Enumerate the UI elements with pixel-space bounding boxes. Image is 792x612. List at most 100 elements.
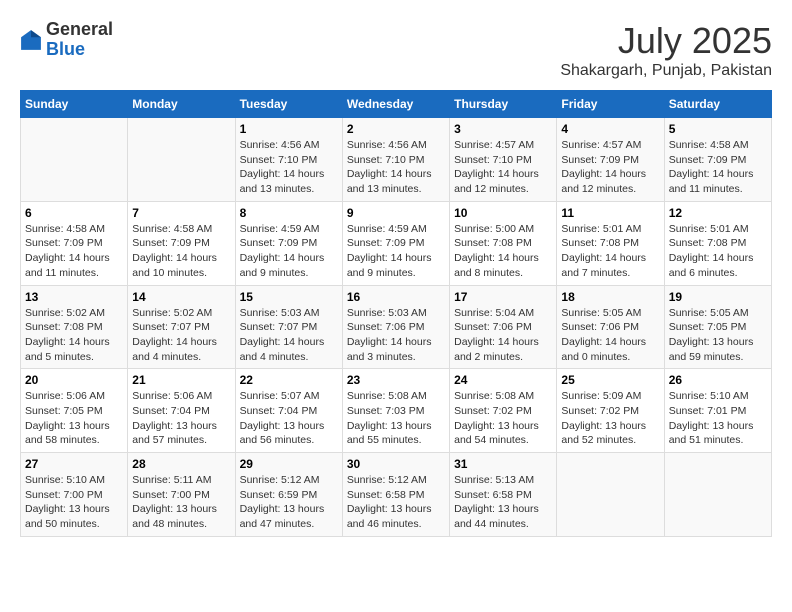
day-number: 11 bbox=[561, 206, 659, 220]
calendar-cell: 6Sunrise: 4:58 AM Sunset: 7:09 PM Daylig… bbox=[21, 201, 128, 285]
calendar-cell: 20Sunrise: 5:06 AM Sunset: 7:05 PM Dayli… bbox=[21, 369, 128, 453]
day-info: Sunrise: 5:01 AM Sunset: 7:08 PM Dayligh… bbox=[669, 222, 767, 281]
day-number: 22 bbox=[240, 373, 338, 387]
day-info: Sunrise: 5:00 AM Sunset: 7:08 PM Dayligh… bbox=[454, 222, 552, 281]
day-number: 18 bbox=[561, 290, 659, 304]
day-info: Sunrise: 4:56 AM Sunset: 7:10 PM Dayligh… bbox=[347, 138, 445, 197]
calendar-cell: 7 Sunrise: 4:58 AM Sunset: 7:09 PM Daylig… bbox=[128, 201, 235, 285]
day-number: 21 bbox=[132, 373, 230, 387]
day-info: Sunrise: 5:12 AM Sunset: 6:59 PM Dayligh… bbox=[240, 473, 338, 532]
day-info: Sunrise: 5:01 AM Sunset: 7:08 PM Dayligh… bbox=[561, 222, 659, 281]
calendar-cell: 9 Sunrise: 4:59 AM Sunset: 7:09 PM Daylig… bbox=[342, 201, 449, 285]
day-number: 10 bbox=[454, 206, 552, 220]
header-row: SundayMondayTuesdayWednesdayThursdayFrid… bbox=[21, 91, 772, 118]
day-number: 28 bbox=[132, 457, 230, 471]
day-number: 30 bbox=[347, 457, 445, 471]
header-day-monday: Monday bbox=[128, 91, 235, 118]
calendar-header: SundayMondayTuesdayWednesdayThursdayFrid… bbox=[21, 91, 772, 118]
day-info: Sunrise: 5:13 AM Sunset: 6:58 PM Dayligh… bbox=[454, 473, 552, 532]
calendar-cell bbox=[128, 118, 235, 202]
calendar-cell: 21 Sunrise: 5:06 AM Sunset: 7:04 PM Dayli… bbox=[128, 369, 235, 453]
calendar-cell: 8 Sunrise: 4:59 AM Sunset: 7:09 PM Daylig… bbox=[235, 201, 342, 285]
subtitle: Shakargarh, Punjab, Pakistan bbox=[560, 62, 772, 80]
title-block: July 2025 Shakargarh, Punjab, Pakistan bbox=[560, 20, 772, 80]
calendar-cell: 26Sunrise: 5:10 AM Sunset: 7:01 PM Dayli… bbox=[664, 369, 771, 453]
calendar-cell: 27 Sunrise: 5:10 AM Sunset: 7:00 PM Dayli… bbox=[21, 453, 128, 537]
day-info: Sunrise: 5:03 AM Sunset: 7:06 PM Dayligh… bbox=[347, 306, 445, 365]
day-number: 5 bbox=[669, 122, 767, 136]
day-info: Sunrise: 5:05 AM Sunset: 7:05 PM Dayligh… bbox=[669, 306, 767, 365]
day-number: 9 bbox=[347, 206, 445, 220]
day-number: 23 bbox=[347, 373, 445, 387]
week-row-4: 20Sunrise: 5:06 AM Sunset: 7:05 PM Dayli… bbox=[21, 369, 772, 453]
day-info: Sunrise: 5:09 AM Sunset: 7:02 PM Dayligh… bbox=[561, 389, 659, 448]
header-day-thursday: Thursday bbox=[450, 91, 557, 118]
day-info: Sunrise: 5:10 AM Sunset: 7:00 PM Dayligh… bbox=[25, 473, 123, 532]
calendar-cell: 31 Sunrise: 5:13 AM Sunset: 6:58 PM Dayli… bbox=[450, 453, 557, 537]
calendar-cell: 30Sunrise: 5:12 AM Sunset: 6:58 PM Dayli… bbox=[342, 453, 449, 537]
calendar-cell: 19Sunrise: 5:05 AM Sunset: 7:05 PM Dayli… bbox=[664, 285, 771, 369]
header-day-saturday: Saturday bbox=[664, 91, 771, 118]
logo-general-text: General bbox=[46, 19, 113, 39]
day-number: 2 bbox=[347, 122, 445, 136]
calendar-cell: 23 Sunrise: 5:08 AM Sunset: 7:03 PM Dayli… bbox=[342, 369, 449, 453]
day-number: 26 bbox=[669, 373, 767, 387]
header-day-wednesday: Wednesday bbox=[342, 91, 449, 118]
day-info: Sunrise: 5:04 AM Sunset: 7:06 PM Dayligh… bbox=[454, 306, 552, 365]
day-number: 4 bbox=[561, 122, 659, 136]
day-info: Sunrise: 5:08 AM Sunset: 7:03 PM Dayligh… bbox=[347, 389, 445, 448]
calendar-cell: 3Sunrise: 4:57 AM Sunset: 7:10 PM Daylig… bbox=[450, 118, 557, 202]
logo-blue-text: Blue bbox=[46, 39, 85, 59]
calendar-cell bbox=[557, 453, 664, 537]
week-row-5: 27 Sunrise: 5:10 AM Sunset: 7:00 PM Dayli… bbox=[21, 453, 772, 537]
day-number: 13 bbox=[25, 290, 123, 304]
calendar-cell: 10 Sunrise: 5:00 AM Sunset: 7:08 PM Dayli… bbox=[450, 201, 557, 285]
day-info: Sunrise: 5:06 AM Sunset: 7:04 PM Dayligh… bbox=[132, 389, 230, 448]
day-info: Sunrise: 4:58 AM Sunset: 7:09 PM Dayligh… bbox=[25, 222, 123, 281]
main-title: July 2025 bbox=[560, 20, 772, 62]
day-info: Sunrise: 4:59 AM Sunset: 7:09 PM Dayligh… bbox=[347, 222, 445, 281]
calendar-cell: 1 Sunrise: 4:56 AM Sunset: 7:10 PM Daylig… bbox=[235, 118, 342, 202]
logo-icon bbox=[20, 29, 42, 51]
week-row-2: 6Sunrise: 4:58 AM Sunset: 7:09 PM Daylig… bbox=[21, 201, 772, 285]
calendar-cell: 11 Sunrise: 5:01 AM Sunset: 7:08 PM Dayli… bbox=[557, 201, 664, 285]
day-info: Sunrise: 4:56 AM Sunset: 7:10 PM Dayligh… bbox=[240, 138, 338, 197]
day-number: 8 bbox=[240, 206, 338, 220]
week-row-1: 1 Sunrise: 4:56 AM Sunset: 7:10 PM Daylig… bbox=[21, 118, 772, 202]
day-number: 31 bbox=[454, 457, 552, 471]
day-info: Sunrise: 4:59 AM Sunset: 7:09 PM Dayligh… bbox=[240, 222, 338, 281]
day-info: Sunrise: 4:58 AM Sunset: 7:09 PM Dayligh… bbox=[132, 222, 230, 281]
day-info: Sunrise: 5:06 AM Sunset: 7:05 PM Dayligh… bbox=[25, 389, 123, 448]
calendar-cell: 2 Sunrise: 4:56 AM Sunset: 7:10 PM Daylig… bbox=[342, 118, 449, 202]
calendar-cell: 4 Sunrise: 4:57 AM Sunset: 7:09 PM Daylig… bbox=[557, 118, 664, 202]
page-header: General Blue July 2025 Shakargarh, Punja… bbox=[20, 20, 772, 80]
day-number: 27 bbox=[25, 457, 123, 471]
calendar-cell: 13 Sunrise: 5:02 AM Sunset: 7:08 PM Dayli… bbox=[21, 285, 128, 369]
day-info: Sunrise: 4:57 AM Sunset: 7:10 PM Dayligh… bbox=[454, 138, 552, 197]
calendar-cell: 22 Sunrise: 5:07 AM Sunset: 7:04 PM Dayli… bbox=[235, 369, 342, 453]
week-row-3: 13 Sunrise: 5:02 AM Sunset: 7:08 PM Dayli… bbox=[21, 285, 772, 369]
header-day-friday: Friday bbox=[557, 91, 664, 118]
day-number: 1 bbox=[240, 122, 338, 136]
day-info: Sunrise: 5:02 AM Sunset: 7:08 PM Dayligh… bbox=[25, 306, 123, 365]
day-number: 15 bbox=[240, 290, 338, 304]
day-number: 7 bbox=[132, 206, 230, 220]
day-info: Sunrise: 5:11 AM Sunset: 7:00 PM Dayligh… bbox=[132, 473, 230, 532]
calendar-cell: 17 Sunrise: 5:04 AM Sunset: 7:06 PM Dayli… bbox=[450, 285, 557, 369]
day-number: 29 bbox=[240, 457, 338, 471]
day-info: Sunrise: 4:57 AM Sunset: 7:09 PM Dayligh… bbox=[561, 138, 659, 197]
calendar-cell: 16Sunrise: 5:03 AM Sunset: 7:06 PM Dayli… bbox=[342, 285, 449, 369]
header-day-sunday: Sunday bbox=[21, 91, 128, 118]
day-number: 12 bbox=[669, 206, 767, 220]
calendar-cell: 5 Sunrise: 4:58 AM Sunset: 7:09 PM Daylig… bbox=[664, 118, 771, 202]
day-number: 25 bbox=[561, 373, 659, 387]
calendar-cell bbox=[664, 453, 771, 537]
day-number: 17 bbox=[454, 290, 552, 304]
calendar-cell: 24Sunrise: 5:08 AM Sunset: 7:02 PM Dayli… bbox=[450, 369, 557, 453]
day-info: Sunrise: 5:07 AM Sunset: 7:04 PM Dayligh… bbox=[240, 389, 338, 448]
day-number: 24 bbox=[454, 373, 552, 387]
day-info: Sunrise: 5:05 AM Sunset: 7:06 PM Dayligh… bbox=[561, 306, 659, 365]
header-day-tuesday: Tuesday bbox=[235, 91, 342, 118]
calendar-cell: 15Sunrise: 5:03 AM Sunset: 7:07 PM Dayli… bbox=[235, 285, 342, 369]
day-info: Sunrise: 4:58 AM Sunset: 7:09 PM Dayligh… bbox=[669, 138, 767, 197]
